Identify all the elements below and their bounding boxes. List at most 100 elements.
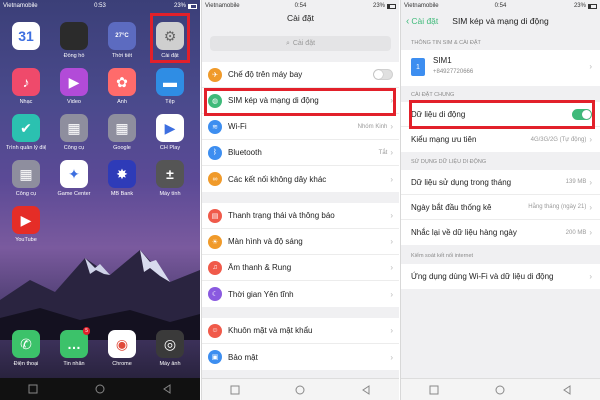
back-button[interactable]: ‹ Cài đặt: [401, 16, 438, 27]
settings-item-bluetooth[interactable]: ᛒ Bluetooth Tắt ›: [202, 140, 399, 166]
settings-item-link[interactable]: ∞ Các kết nối không dây khác ›: [202, 166, 399, 192]
files-icon: ▬: [156, 68, 184, 96]
back-label: Cài đặt: [411, 16, 439, 26]
internet-item[interactable]: Ứng dụng dùng Wi-Fi và dữ liệu di động ›: [401, 264, 600, 289]
app-calendar[interactable]: 31: [6, 22, 46, 53]
sim1-card[interactable]: 1 SIM1 +84927720666 ›: [401, 50, 600, 86]
app-google-folder[interactable]: ▦ Google: [102, 114, 142, 151]
usage-item[interactable]: Ngày bắt đầu thống kê Hằng tháng (ngày 21…: [401, 195, 600, 220]
clock-icon: [60, 22, 88, 50]
home-icon[interactable]: [95, 384, 105, 394]
usage-item[interactable]: Dữ liệu sử dụng trong tháng 139 MB ›: [401, 170, 600, 195]
menu-icon[interactable]: [429, 385, 439, 395]
menu-icon[interactable]: [28, 384, 38, 394]
usage-item-value: 200 MB: [565, 229, 587, 236]
usage-item-label: Dữ liệu sử dụng trong tháng: [411, 177, 512, 187]
settings-item-moon[interactable]: ☾ Thời gian Yên tĩnh ›: [202, 281, 399, 307]
clock: 0:54: [294, 3, 307, 9]
app-video[interactable]: ▶ Video: [54, 68, 94, 105]
search-input[interactable]: ⌕ Cài đặt: [210, 36, 391, 51]
home-icon[interactable]: [495, 385, 505, 395]
status-bar: Vietnamobile 0:54 23%: [202, 0, 399, 12]
chrome-icon: ◉: [108, 330, 136, 358]
clock: 0:53: [94, 3, 106, 9]
back-icon[interactable]: [162, 384, 172, 394]
general-item-value: 4G/3G/2G (Tự động): [530, 136, 587, 143]
internet-item-label: Ứng dụng dùng Wi-Fi và dữ liệu di động: [411, 272, 554, 281]
app-tools-folder[interactable]: ▦ Công cụ: [6, 160, 46, 197]
app-music[interactable]: ♪ Nhạc: [6, 68, 46, 105]
app-mbbank[interactable]: ✸ MB Bank: [102, 160, 142, 197]
carrier-label: Vietnamobile: [205, 3, 240, 9]
app-label: Nhạc: [19, 99, 33, 105]
app-label: Công cụ: [15, 191, 37, 197]
battery-icon: [387, 3, 397, 9]
general-item[interactable]: Kiểu mạng ưu tiên 4G/3G/2G (Tự động) ›: [401, 127, 600, 152]
dock-app-chrome[interactable]: ◉ Chrome: [102, 330, 142, 367]
settings-item-airplane[interactable]: ✈ Chế độ trên máy bay: [202, 62, 399, 88]
settings-item-label: Âm thanh & Rung: [228, 263, 292, 272]
menu-icon[interactable]: [230, 385, 240, 395]
app-tools-folder[interactable]: ▦ Công cụ: [54, 114, 94, 151]
airplane-icon: ✈: [208, 67, 222, 82]
section-header-internet: Kiểm soát kết nối internet: [411, 253, 474, 259]
brightness-icon: ☀: [208, 234, 222, 249]
usage-item-label: Nhắc lại về dữ liệu hàng ngày: [411, 228, 517, 237]
settings-item-wifi[interactable]: ≋ Wi-Fi Nhóm Kinh ›: [202, 114, 399, 140]
mobile-data-highlight-box: [409, 100, 595, 129]
weather-icon: 27°C: [108, 22, 136, 50]
settings-item-sound[interactable]: ♫ Âm thanh & Rung ›: [202, 255, 399, 281]
app-label: Thời tiết: [111, 53, 133, 59]
section-header-usage: SỬ DỤNG DỮ LIỆU DI ĐỘNG: [411, 159, 487, 165]
app-calculator[interactable]: ± Máy tính: [150, 160, 190, 197]
battery-icon: [188, 3, 198, 9]
battery-icon: [587, 3, 597, 9]
back-icon[interactable]: [562, 384, 572, 395]
app-clock[interactable]: Đồng hồ: [54, 22, 94, 59]
camera-icon: ◎: [156, 330, 184, 358]
app-weather[interactable]: 27°C Thời tiết: [102, 22, 142, 59]
chevron-right-icon: ›: [589, 202, 592, 212]
youtube-icon: ▶: [12, 206, 40, 234]
dock-app-messages[interactable]: … 5 Tin nhắn: [54, 327, 94, 367]
app-files[interactable]: ▬ Tệp: [150, 68, 190, 105]
navigation-bar: [202, 378, 399, 400]
wifi-icon: ≋: [208, 119, 222, 134]
status-bar: Vietnamobile 0:53 23%: [0, 0, 200, 12]
face-icon: ☺: [208, 323, 222, 338]
app-label: Tệp: [165, 99, 175, 105]
app-shield[interactable]: ✔ Trình quản lý điện thoại: [6, 114, 46, 151]
app-label: Video: [67, 99, 81, 105]
section-header-sim: THÔNG TIN SIM & CÀI ĐẶT: [411, 40, 481, 46]
app-photos[interactable]: ✿ Ảnh: [102, 68, 142, 105]
settings-item-brightness[interactable]: ☀ Màn hình và độ sáng ›: [202, 229, 399, 255]
general-item-label: Kiểu mạng ưu tiên: [411, 135, 477, 144]
settings-item-notification[interactable]: ▤ Thanh trạng thái và thông báo ›: [202, 203, 399, 229]
app-game-center[interactable]: ✦ Game Center: [54, 160, 94, 197]
search-icon: ⌕: [285, 39, 290, 47]
app-youtube[interactable]: ▶ YouTube: [6, 206, 46, 243]
chevron-right-icon: ›: [589, 177, 592, 187]
clock: 0:54: [494, 3, 507, 9]
music-icon: ♪: [12, 68, 40, 96]
dock-app-camera[interactable]: ◎ Máy ảnh: [150, 330, 190, 367]
back-icon[interactable]: [361, 384, 371, 395]
settings-item-face[interactable]: ☺ Khuôn mặt và mật khẩu ›: [202, 318, 399, 344]
shield-icon: ✔: [12, 114, 40, 142]
home-icon[interactable]: [295, 385, 305, 395]
settings-item-label: Khuôn mặt và mật khẩu: [228, 326, 313, 335]
settings-item-label: Thanh trạng thái và thông báo: [228, 211, 335, 220]
settings-item-lock[interactable]: ▣ Bảo mật ›: [202, 344, 399, 370]
settings-group-internet: Ứng dụng dùng Wi-Fi và dữ liệu di động ›: [401, 264, 600, 289]
battery-percent: 23%: [573, 3, 586, 9]
play-store-icon: ▶: [156, 114, 184, 142]
dock-app-phone[interactable]: ✆ Điện thoại: [6, 330, 46, 367]
sim-number: +84927720666: [433, 69, 474, 75]
app-label: Ảnh: [117, 99, 127, 105]
settings-group-connectivity: ✈ Chế độ trên máy bay ◍ SIM kép và mạng di …: [202, 62, 399, 192]
app-label: Chrome: [112, 361, 132, 367]
toggle-switch[interactable]: [373, 69, 393, 80]
sound-icon: ♫: [208, 260, 222, 275]
app-play-store[interactable]: ▶ CH Play: [150, 114, 190, 151]
usage-item[interactable]: Nhắc lại về dữ liệu hàng ngày 200 MB ›: [401, 220, 600, 245]
